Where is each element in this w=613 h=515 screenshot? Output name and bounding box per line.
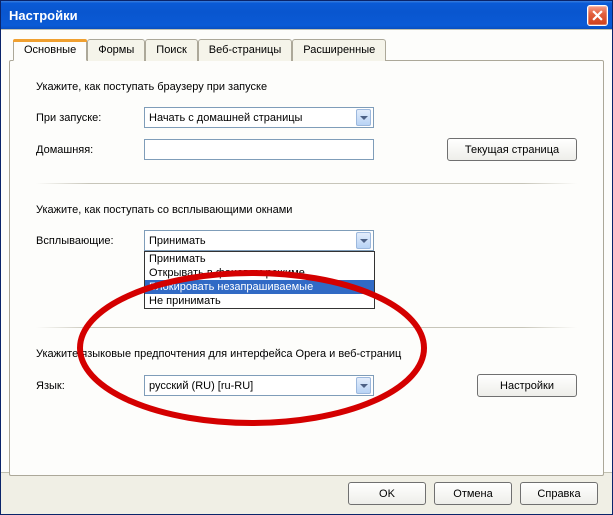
row-startup: При запуске: Начать с домашней страницы bbox=[36, 107, 577, 128]
combo-popups[interactable]: Принимать Принимать Открывать в фоновом … bbox=[144, 230, 374, 251]
btn-current-page[interactable]: Текущая страница bbox=[447, 138, 577, 161]
divider bbox=[36, 183, 577, 184]
dialog-footer: OK Отмена Справка bbox=[1, 472, 612, 514]
row-popups: Всплывающие: Принимать Принимать Открыва… bbox=[36, 230, 577, 251]
chevron-down-icon bbox=[356, 377, 371, 394]
label-startup: При запуске: bbox=[36, 112, 144, 124]
chevron-down-icon bbox=[356, 109, 371, 126]
section-popups-heading: Укажите, как поступать со всплывающими о… bbox=[36, 204, 577, 216]
row-homepage: Домашняя: Текущая страница bbox=[36, 138, 577, 161]
combo-popups-dropdown: Принимать Открывать в фоновом режиме Бло… bbox=[144, 251, 375, 309]
client-area: Основные Формы Поиск Веб-страницы Расшир… bbox=[1, 29, 612, 514]
btn-ok[interactable]: OK bbox=[348, 482, 426, 505]
tab-advanced[interactable]: Расширенные bbox=[292, 39, 386, 61]
input-homepage[interactable] bbox=[144, 139, 374, 160]
combo-popups-value: Принимать bbox=[149, 235, 206, 247]
settings-window: Настройки Основные Формы Поиск Веб-стран… bbox=[0, 0, 613, 515]
row-language: Язык: русский (RU) [ru-RU] Настройки bbox=[36, 374, 577, 397]
titlebar: Настройки bbox=[1, 1, 612, 29]
label-popups: Всплывающие: bbox=[36, 235, 144, 247]
close-icon bbox=[592, 10, 603, 21]
label-homepage: Домашняя: bbox=[36, 144, 144, 156]
combo-startup[interactable]: Начать с домашней страницы bbox=[144, 107, 374, 128]
label-language: Язык: bbox=[36, 380, 144, 392]
section-lang-heading: Укажите языковые предпочтения для интерф… bbox=[36, 348, 577, 360]
section-startup-heading: Укажите, как поступать браузеру при запу… bbox=[36, 81, 577, 93]
close-button[interactable] bbox=[587, 5, 608, 26]
tab-panel-main: Укажите, как поступать браузеру при запу… bbox=[9, 60, 604, 476]
option-reject[interactable]: Не принимать bbox=[145, 294, 374, 308]
btn-lang-settings[interactable]: Настройки bbox=[477, 374, 577, 397]
combo-startup-value: Начать с домашней страницы bbox=[149, 112, 302, 124]
combo-language-value: русский (RU) [ru-RU] bbox=[149, 380, 253, 392]
option-accept[interactable]: Принимать bbox=[145, 252, 374, 266]
combo-language[interactable]: русский (RU) [ru-RU] bbox=[144, 375, 374, 396]
tab-forms[interactable]: Формы bbox=[87, 39, 145, 61]
tab-main[interactable]: Основные bbox=[13, 39, 87, 61]
tab-search[interactable]: Поиск bbox=[145, 39, 197, 61]
window-title: Настройки bbox=[9, 8, 587, 23]
tab-webpages[interactable]: Веб-страницы bbox=[198, 39, 293, 61]
btn-cancel[interactable]: Отмена bbox=[434, 482, 512, 505]
tabstrip: Основные Формы Поиск Веб-страницы Расшир… bbox=[13, 38, 604, 60]
divider bbox=[36, 327, 577, 328]
chevron-down-icon bbox=[356, 232, 371, 249]
option-block-unrequested[interactable]: Блокировать незапрашиваемые bbox=[145, 280, 374, 294]
btn-help[interactable]: Справка bbox=[520, 482, 598, 505]
option-open-bg[interactable]: Открывать в фоновом режиме bbox=[145, 266, 374, 280]
